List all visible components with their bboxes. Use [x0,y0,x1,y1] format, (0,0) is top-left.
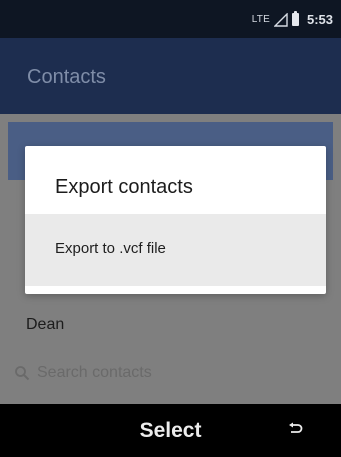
export-vcf-option[interactable]: Export to .vcf file [25,214,326,286]
export-dialog: Export contacts Export to .vcf file [25,146,326,294]
status-time: 5:53 [306,12,333,27]
contact-list-item[interactable]: Dean [26,316,64,334]
back-icon[interactable] [288,422,303,436]
network-type: LTE [251,14,270,25]
status-bar: LTE 5:53 [0,0,341,38]
dialog-title: Export contacts [55,176,193,198]
search-icon [14,365,30,381]
screen: LTE 5:53 Contacts Dean Search contacts E… [0,0,341,457]
battery-icon [291,11,299,26]
search-placeholder: Search contacts [37,364,152,381]
page-title: Contacts [27,66,106,88]
softkey-bar: Select [0,404,341,457]
app-bar: Contacts [0,38,341,114]
search-row[interactable]: Search contacts [14,364,152,382]
status-indicators: LTE 5:53 [251,11,333,27]
dialog-item-label: Export to .vcf file [55,240,166,257]
signal-strength-icon [273,12,288,27]
